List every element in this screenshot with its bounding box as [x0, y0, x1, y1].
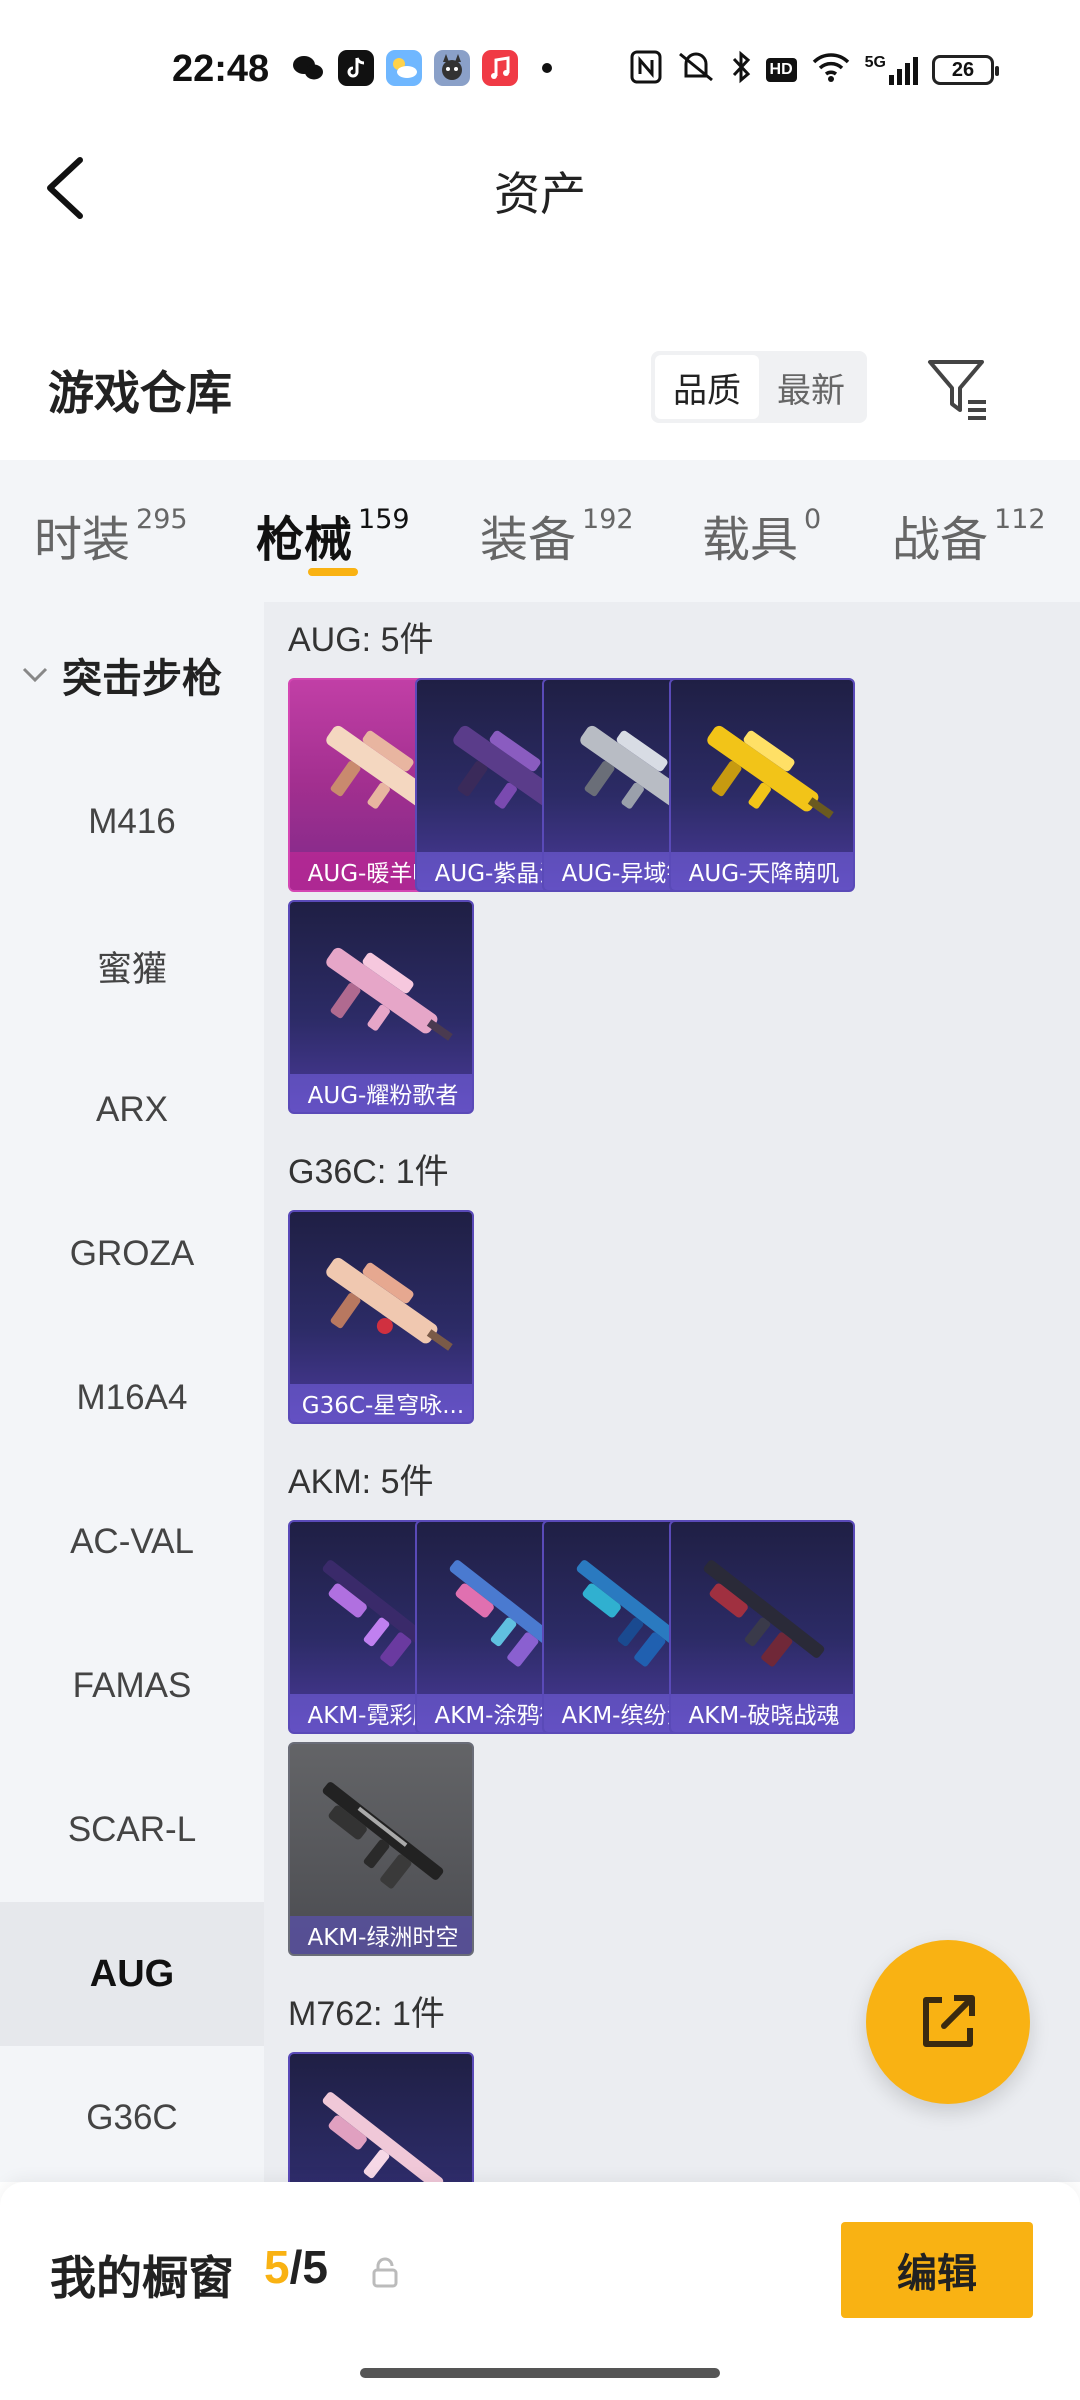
rifle-icon — [703, 1560, 825, 1667]
group-title-m762: M762: 1件 — [288, 1995, 445, 2033]
group-title-g36c: G36C: 1件 — [288, 1153, 449, 1191]
tab-count: 0 — [804, 504, 822, 535]
page-title: 资产 — [494, 167, 586, 221]
filter-button[interactable] — [922, 352, 994, 424]
filter-icon — [928, 360, 986, 420]
showcase-current: 5 — [264, 2241, 290, 2293]
sort-option-quality[interactable]: 品质 — [655, 355, 759, 419]
tab-vehicles[interactable]: 载具 0 — [702, 500, 821, 570]
home-indicator[interactable] — [360, 2368, 720, 2378]
status-time: 22:48 — [172, 48, 270, 90]
skin-name: AUG-耀粉歌者 — [290, 1074, 472, 1112]
tab-count: 159 — [358, 504, 410, 535]
wechat-icon — [290, 50, 326, 86]
rifle-icon — [326, 947, 453, 1041]
status-app-icons — [290, 48, 552, 88]
rifle-icon — [322, 2092, 444, 2182]
music-icon — [482, 50, 518, 86]
category-tabs: 时装 295 枪械 159 装备 192 载具 0 战备 112 — [0, 460, 1080, 602]
nfc-icon — [630, 50, 662, 91]
tab-count: 112 — [994, 504, 1046, 535]
cat-app-icon — [434, 50, 470, 86]
rifle-icon — [322, 1782, 444, 1889]
tab-label: 时装 — [34, 512, 131, 568]
weapon-type-sidebar: 突击步枪 M416 蜜獾 ARX GROZA M16A4 AC-VAL FAMA… — [0, 602, 264, 2182]
skin-name: G36C-星穹咏... — [290, 1384, 472, 1422]
tab-equipment[interactable]: 装备 192 — [480, 500, 634, 570]
showcase-bar: 我的橱窗 5/5 编辑 — [0, 2182, 1080, 2400]
skin-name: AKM-破晓战魂 — [671, 1694, 853, 1732]
sidebar-item-honey-badger[interactable]: 蜜獾 — [0, 894, 264, 1038]
skin-name: AUG-天降萌叽 — [671, 852, 853, 890]
group-title-aug: AUG: 5件 — [288, 621, 434, 659]
showcase-label: 我的橱窗 — [50, 2251, 234, 2305]
share-button[interactable] — [866, 1940, 1030, 2104]
sort-option-latest[interactable]: 最新 — [759, 355, 863, 419]
battery-indicator: 26 — [932, 55, 999, 85]
signal-icon: 5G — [865, 55, 918, 85]
chevron-down-icon — [20, 658, 50, 693]
sort-toggle: 品质 最新 — [651, 351, 867, 423]
tab-label: 装备 — [480, 512, 577, 568]
mute-icon — [676, 50, 716, 91]
hd-icon: HD — [765, 58, 797, 82]
sidebar-item-aug[interactable]: AUG — [0, 1902, 264, 2046]
sidebar-item-m416[interactable]: M416 — [0, 750, 264, 894]
status-system-icons: HD 5G 26 — [630, 48, 999, 92]
sidebar-item-arx[interactable]: ARX — [0, 1038, 264, 1182]
skin-card[interactable]: G36C-星穹咏... — [288, 1210, 474, 1424]
weather-icon — [386, 50, 422, 86]
section-title: 游戏仓库 — [48, 366, 232, 420]
tab-label: 载具 — [702, 512, 799, 568]
tab-firearms[interactable]: 枪械 159 — [256, 500, 410, 570]
tab-count: 192 — [582, 504, 634, 535]
rifle-icon — [707, 725, 834, 819]
tab-fashion[interactable]: 时装 295 — [34, 500, 188, 570]
edit-button[interactable]: 编辑 — [841, 2222, 1033, 2318]
tab-supplies[interactable]: 战备 112 — [892, 500, 1046, 570]
skin-card[interactable]: AKM-破晓战魂 — [669, 1520, 855, 1734]
showcase-separator: / — [289, 2241, 303, 2293]
share-icon — [923, 1995, 975, 2047]
sidebar-item-scar-l[interactable]: SCAR-L — [0, 1758, 264, 1902]
bluetooth-icon — [730, 50, 752, 91]
skin-card[interactable]: AUG-耀粉歌者 — [288, 900, 474, 1114]
sidebar-item-m16a4[interactable]: M16A4 — [0, 1326, 264, 1470]
showcase-count: 5/5 — [264, 2240, 328, 2294]
active-tab-indicator — [308, 568, 358, 576]
showcase-total: 5 — [302, 2241, 328, 2293]
skin-card[interactable]: AUG-天降萌叽 — [669, 678, 855, 892]
skin-card[interactable]: AKM-绿洲时空 — [288, 1742, 474, 1956]
rifle-icon — [326, 1257, 453, 1351]
skin-name: AKM-绿洲时空 — [290, 1916, 472, 1954]
dot-icon — [542, 63, 552, 73]
tiktok-icon — [338, 50, 374, 86]
sidebar-group-label: 突击步枪 — [62, 656, 222, 702]
sidebar-item-g36c[interactable]: G36C — [0, 2046, 264, 2182]
tab-count: 295 — [136, 504, 188, 535]
sidebar-item-ac-val[interactable]: AC-VAL — [0, 1470, 264, 1614]
sidebar-item-groza[interactable]: GROZA — [0, 1182, 264, 1326]
tab-label: 枪械 — [256, 512, 353, 568]
sidebar-group-assault-rifles[interactable]: 突击步枪 — [0, 646, 264, 704]
group-title-akm: AKM: 5件 — [288, 1463, 434, 1501]
lock-icon — [372, 2257, 398, 2288]
status-bar: 22:48 HD 5G 26 — [0, 0, 1080, 140]
sidebar-item-famas[interactable]: FAMAS — [0, 1614, 264, 1758]
skin-card[interactable] — [288, 2052, 474, 2182]
tab-label: 战备 — [892, 512, 989, 568]
wifi-icon — [811, 51, 851, 90]
